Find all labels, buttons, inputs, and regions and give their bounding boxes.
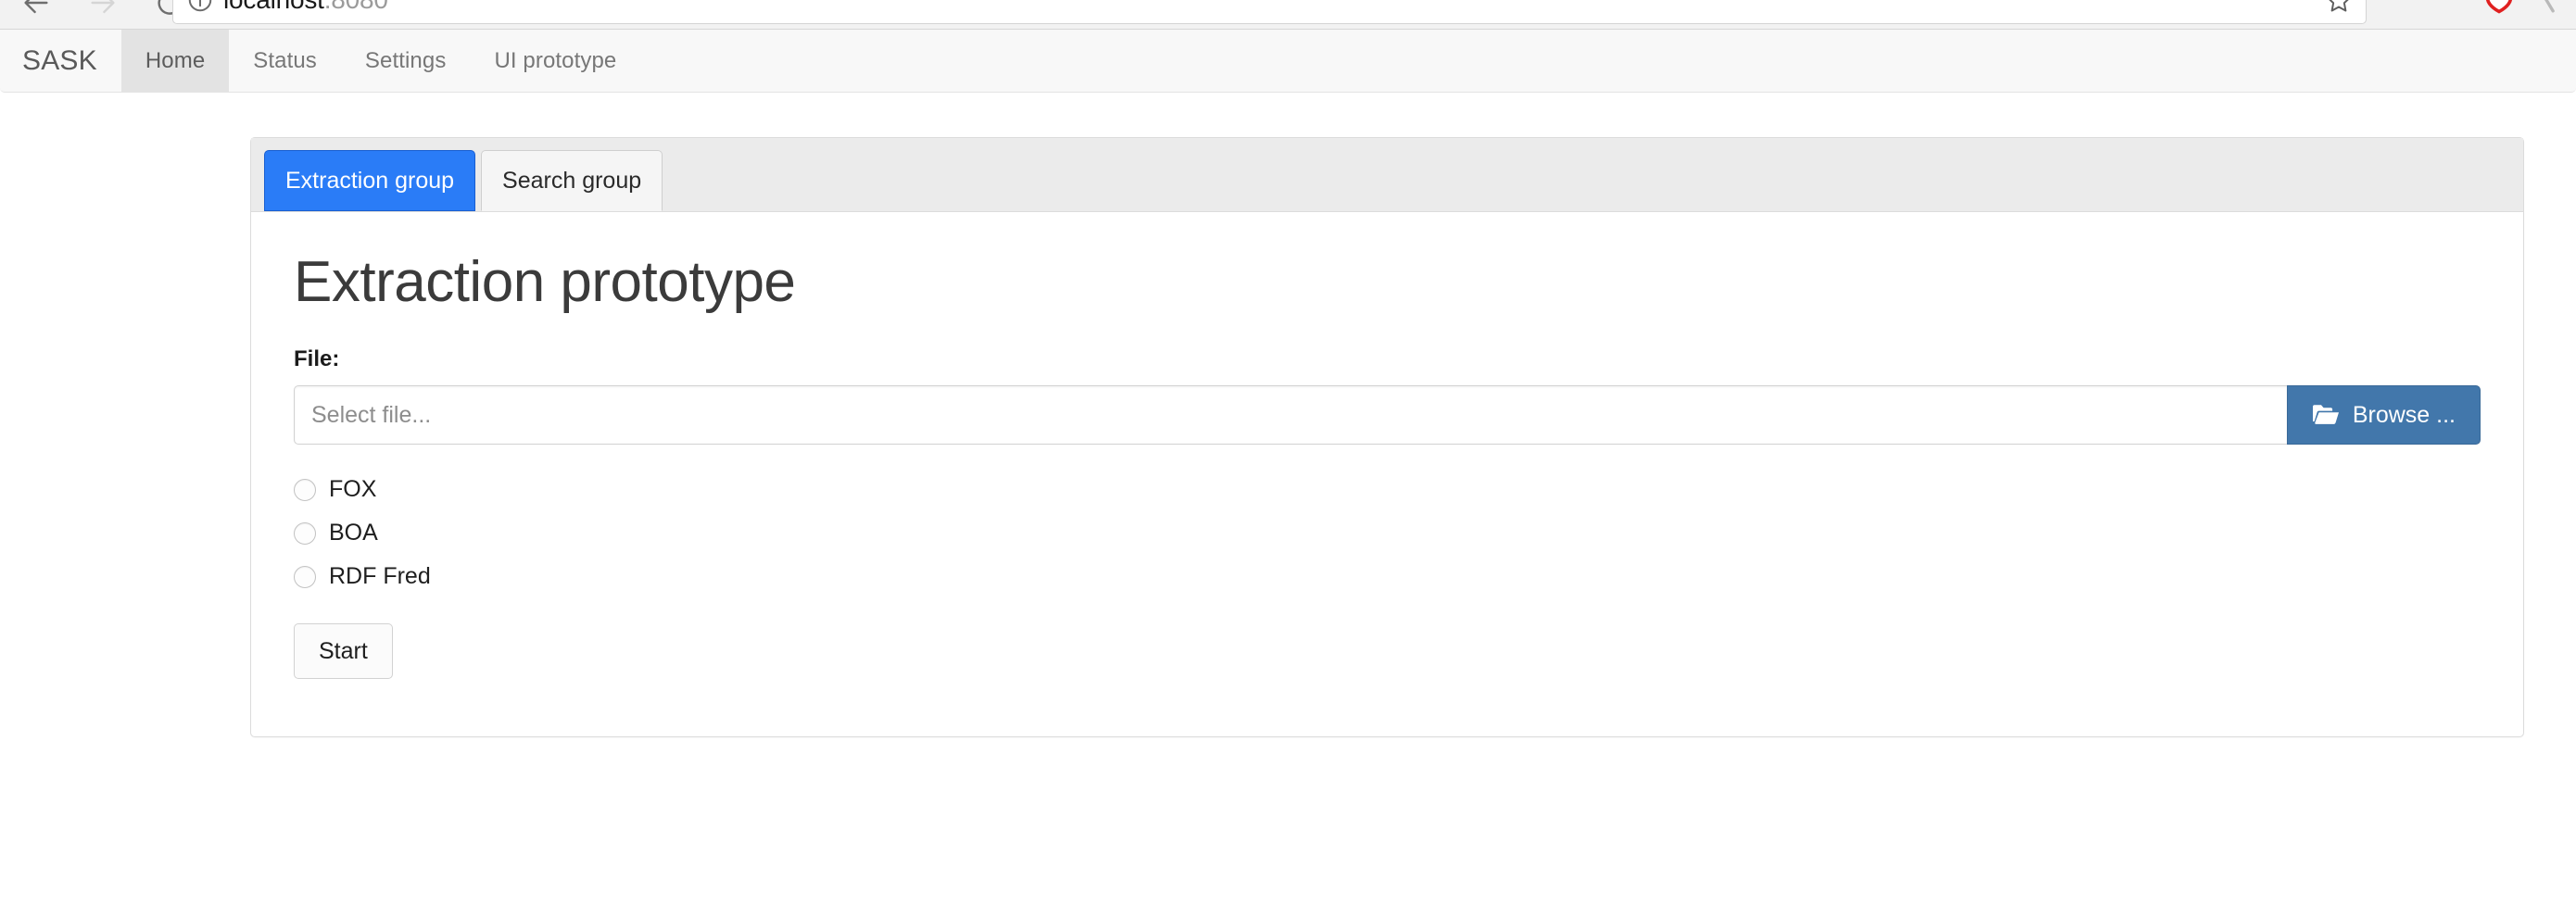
tab-extraction-group[interactable]: Extraction group xyxy=(264,150,476,211)
start-button[interactable]: Start xyxy=(294,623,393,679)
tab-search-group[interactable]: Search group xyxy=(481,150,663,211)
navbar-brand[interactable]: SASK xyxy=(0,30,121,92)
radio-label-rdf-fred: RDF Fred xyxy=(329,563,431,589)
tab-strip: Extraction group Search group xyxy=(251,138,2523,212)
page-title: Extraction prototype xyxy=(294,250,796,314)
browser-menu-icon[interactable] xyxy=(2539,0,2559,19)
page-body: Extraction group Search group Extraction… xyxy=(0,93,2576,737)
radio-dot-fox[interactable] xyxy=(294,478,316,501)
forward-arrow-icon xyxy=(87,0,119,19)
adblock-shield-icon[interactable] xyxy=(2483,0,2515,19)
tab-panel-extraction-group: Extraction prototype File: Browse ... xyxy=(251,212,2523,736)
file-field-label: File: xyxy=(294,346,340,371)
file-input-group: Browse ... xyxy=(294,385,2481,445)
address-bar-text: localhost:8080 xyxy=(223,0,388,15)
browser-nav-buttons xyxy=(0,0,189,26)
file-path-input[interactable] xyxy=(294,385,2287,445)
browser-chrome: localhost:8080 xyxy=(0,0,2576,30)
url-host: localhost xyxy=(223,0,324,14)
nav-item-status[interactable]: Status xyxy=(229,30,341,92)
back-arrow-icon xyxy=(20,0,52,19)
info-circle-icon[interactable] xyxy=(186,0,214,14)
radio-label-fox: FOX xyxy=(329,476,377,502)
forward-button xyxy=(83,0,122,22)
bookmark-star-icon[interactable] xyxy=(2325,0,2353,14)
address-bar[interactable]: localhost:8080 xyxy=(172,0,2367,24)
app-navbar: SASK Home Status Settings UI prototype xyxy=(0,30,2576,93)
radio-label-boa: BOA xyxy=(329,520,378,546)
nav-item-settings[interactable]: Settings xyxy=(341,30,471,92)
radio-dot-rdf-fred[interactable] xyxy=(294,565,316,588)
folder-open-icon xyxy=(2312,403,2340,427)
radio-option-rdf-fred[interactable]: RDF Fred xyxy=(294,563,2481,590)
radio-dot-boa[interactable] xyxy=(294,521,316,545)
radio-option-fox[interactable]: FOX xyxy=(294,476,2481,503)
back-button[interactable] xyxy=(17,0,56,22)
browser-extension-icons xyxy=(2483,0,2576,24)
browse-button[interactable]: Browse ... xyxy=(2286,385,2481,445)
nav-item-home[interactable]: Home xyxy=(120,30,230,92)
url-port: :8080 xyxy=(324,0,388,14)
main-card: Extraction group Search group Extraction… xyxy=(250,137,2524,737)
browse-button-label: Browse ... xyxy=(2352,401,2456,428)
nav-item-ui-prototype[interactable]: UI prototype xyxy=(470,30,640,92)
radio-option-boa[interactable]: BOA xyxy=(294,520,2481,546)
